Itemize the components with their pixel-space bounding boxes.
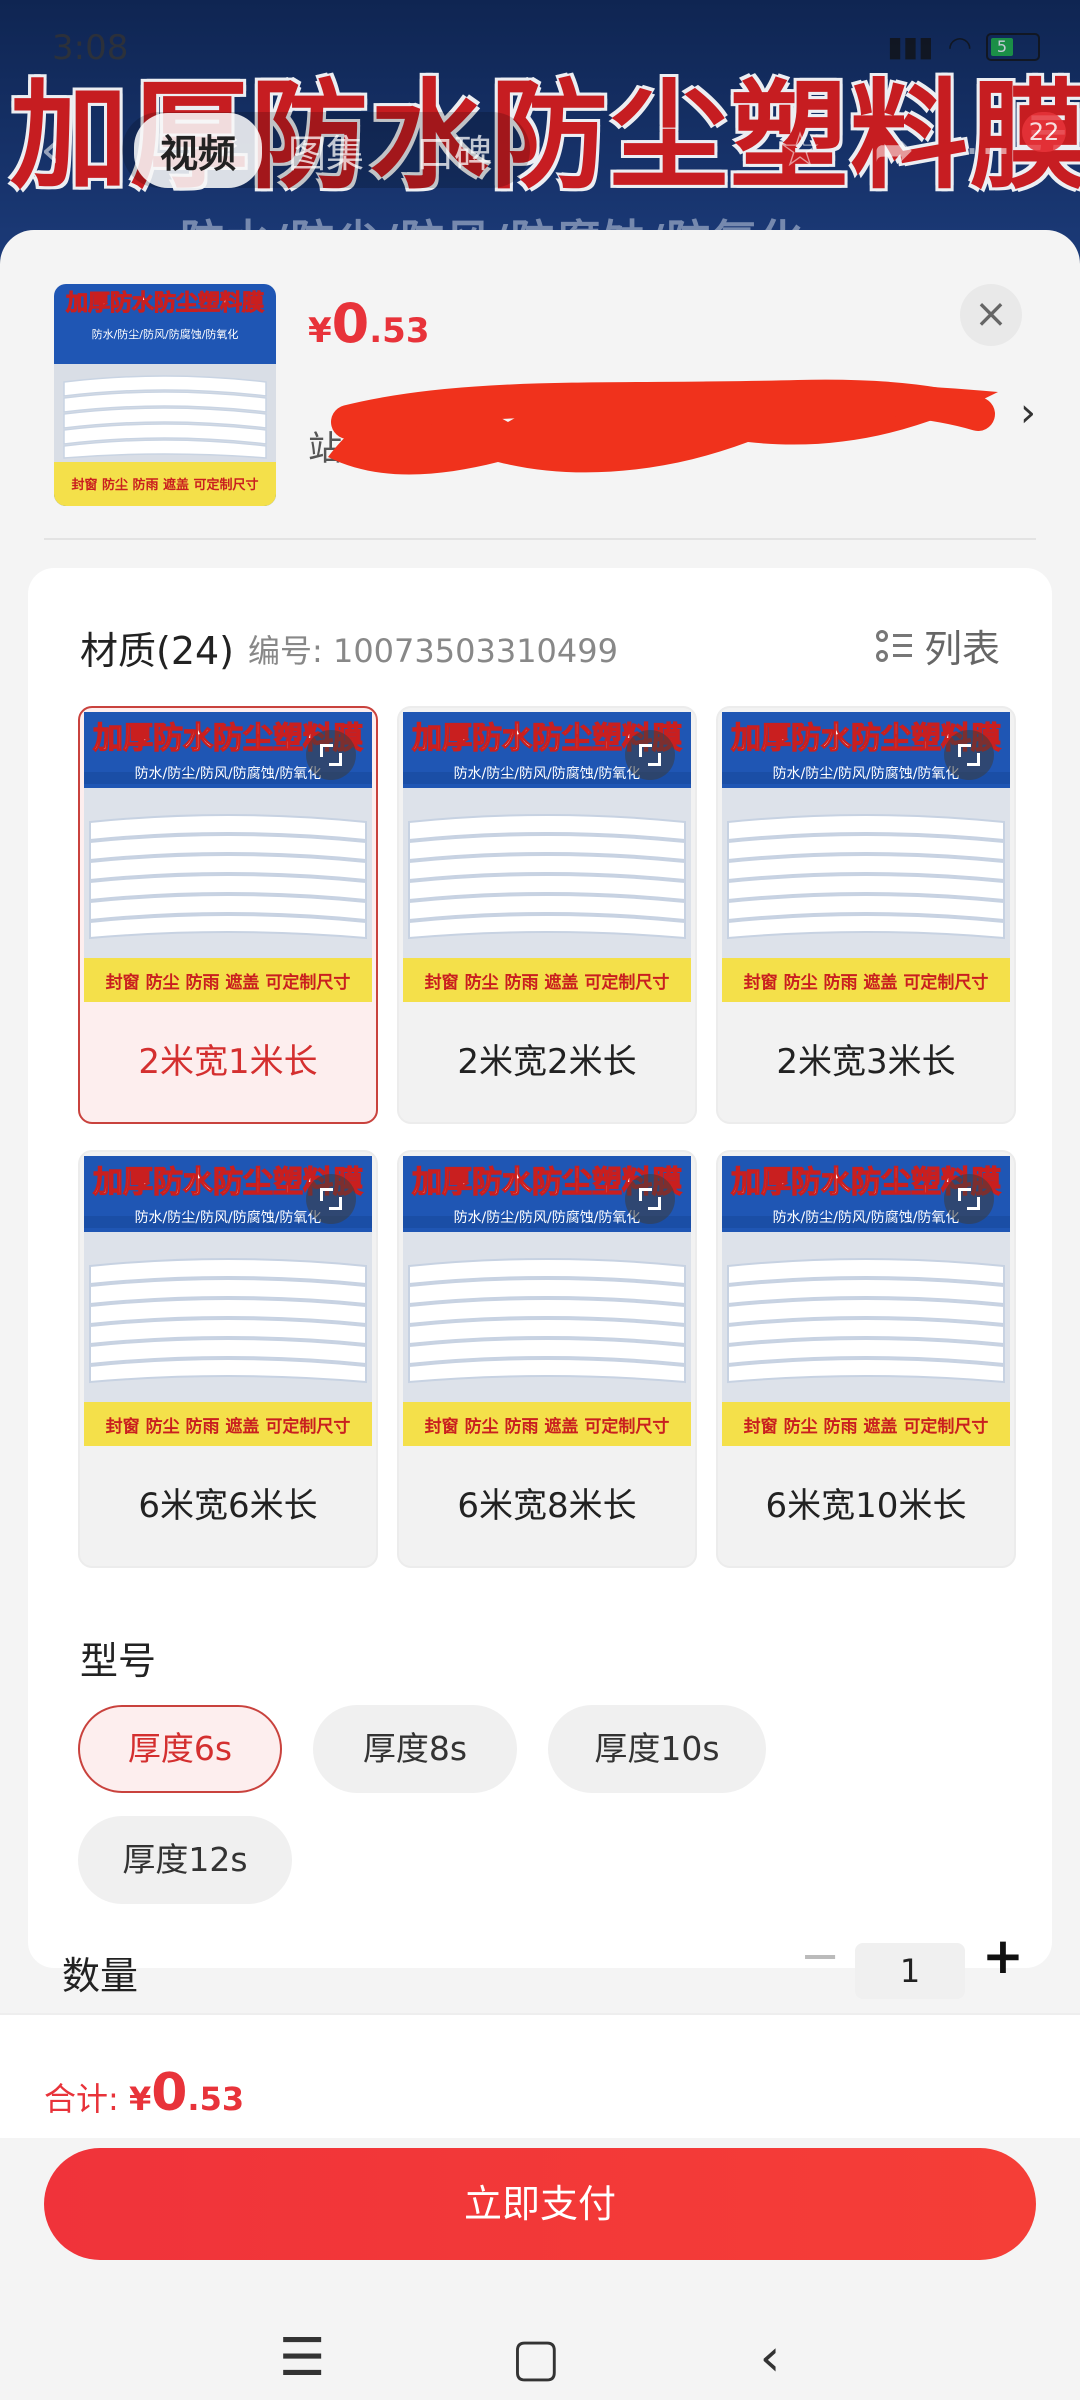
- option-label: 2米宽1米长: [138, 1042, 318, 1082]
- divider: [44, 538, 1036, 540]
- material-option[interactable]: 6米宽6米长: [78, 1150, 378, 1568]
- status-time: 3:08: [52, 28, 129, 68]
- model-option[interactable]: 厚度10s: [548, 1705, 766, 1793]
- back-nav-icon[interactable]: ‹: [730, 2318, 810, 2398]
- pay-area: 立即支付 ☰ ▢ ‹: [0, 2138, 1080, 2400]
- favorite-star-icon[interactable]: ☆: [772, 122, 828, 178]
- pay-now-button[interactable]: 立即支付: [44, 2148, 1036, 2260]
- expand-icon[interactable]: [944, 1174, 994, 1224]
- model-option[interactable]: 厚度6s: [78, 1705, 282, 1793]
- back-icon[interactable]: ‹: [40, 124, 84, 176]
- option-label: 2米宽2米长: [457, 1042, 637, 1082]
- chevron-right-icon[interactable]: ›: [1020, 390, 1036, 436]
- expand-icon[interactable]: [625, 1174, 675, 1224]
- product-price: ¥0.53: [308, 292, 430, 355]
- status-icons: ▮▮▮ ◠ 5: [887, 30, 1040, 63]
- total-price: 合计: ¥0.53: [44, 2063, 245, 2123]
- product-header: 加厚防水防尘塑料膜 防水/防尘/防风/防腐蚀/防氧化 封窗 防尘 防雨 遮盖 可…: [0, 230, 1080, 540]
- material-option[interactable]: 6米宽8米长: [397, 1150, 697, 1568]
- svg-text:加厚防水防尘塑料膜: 加厚防水防尘塑料膜: [65, 291, 264, 316]
- material-option[interactable]: 2米宽3米长: [716, 706, 1016, 1124]
- tab-reviews[interactable]: 口碑: [390, 113, 518, 188]
- tab-video[interactable]: 视频: [134, 112, 263, 188]
- more-icon[interactable]: ⋯: [960, 122, 1016, 178]
- expand-icon[interactable]: [625, 730, 675, 780]
- signal-icon: ▮▮▮: [887, 30, 934, 63]
- close-button[interactable]: ×: [960, 284, 1022, 346]
- menu-icon[interactable]: ☰: [262, 2318, 342, 2398]
- list-view-button[interactable]: 列表: [875, 618, 1000, 673]
- top-nav: ‹ 视频 图集 口碑 ☆ ➦ ⋯ 22: [0, 100, 1080, 200]
- expand-icon[interactable]: [944, 730, 994, 780]
- product-thumbnail[interactable]: 加厚防水防尘塑料膜 防水/防尘/防风/防腐蚀/防氧化 封窗 防尘 防雨 遮盖 可…: [54, 284, 276, 506]
- quantity-increase-button[interactable]: +: [978, 1926, 1028, 1986]
- quantity-label: 数量: [62, 1954, 139, 1998]
- material-title: 材质(24): [80, 629, 235, 673]
- option-label: 6米宽10米长: [765, 1486, 967, 1526]
- media-tabs: 视频 图集 口碑: [122, 112, 531, 188]
- svg-text:防水/防尘/防风/防腐蚀/防氧化: 防水/防尘/防风/防腐蚀/防氧化: [92, 327, 239, 341]
- list-icon: [875, 628, 912, 664]
- expand-icon[interactable]: [306, 730, 356, 780]
- options-card: 材质(24) 编号: 10073503310499 列表 2米宽1米长 2米宽2…: [28, 568, 1052, 1968]
- svg-text:封窗 防尘 防雨 遮盖 可定制尺寸: 封窗 防尘 防雨 遮盖 可定制尺寸: [71, 477, 258, 493]
- redaction-scribble: [328, 379, 998, 475]
- close-icon: ×: [974, 291, 1008, 337]
- status-bar: 3:08 ▮▮▮ ◠ 5: [0, 0, 1080, 90]
- list-view-label: 列表: [923, 627, 1000, 671]
- material-option[interactable]: 2米宽2米长: [397, 706, 697, 1124]
- wifi-icon: ◠: [947, 30, 972, 63]
- share-icon[interactable]: ➦: [866, 122, 922, 178]
- item-code: 编号: 10073503310499: [248, 632, 618, 670]
- model-option[interactable]: 厚度12s: [78, 1816, 292, 1904]
- system-nav-bar: ☰ ▢ ‹: [0, 2318, 1080, 2398]
- option-label: 6米宽6米长: [138, 1486, 318, 1526]
- material-option[interactable]: 2米宽1米长: [78, 706, 378, 1124]
- material-option[interactable]: 6米宽10米长: [716, 1150, 1016, 1568]
- quantity-input[interactable]: 1: [855, 1943, 965, 1999]
- option-label: 2米宽3米长: [776, 1042, 956, 1082]
- quantity-decrease-button[interactable]: −: [800, 1926, 840, 1986]
- material-options-grid: 2米宽1米长 2米宽2米长 2米宽3米长 6米宽6米长 6米宽8米长 6米宽10…: [78, 706, 1030, 1576]
- option-label: 6米宽8米长: [457, 1486, 637, 1526]
- expand-icon[interactable]: [306, 1174, 356, 1224]
- tab-gallery[interactable]: 图集: [262, 113, 390, 188]
- total-bar: 合计: ¥0.53: [0, 2013, 1080, 2140]
- home-icon[interactable]: ▢: [496, 2318, 576, 2398]
- model-title: 型号: [80, 1639, 157, 1683]
- cart-badge: 22: [1022, 112, 1066, 152]
- battery-icon: 5: [986, 32, 1040, 61]
- model-option[interactable]: 厚度8s: [313, 1705, 517, 1793]
